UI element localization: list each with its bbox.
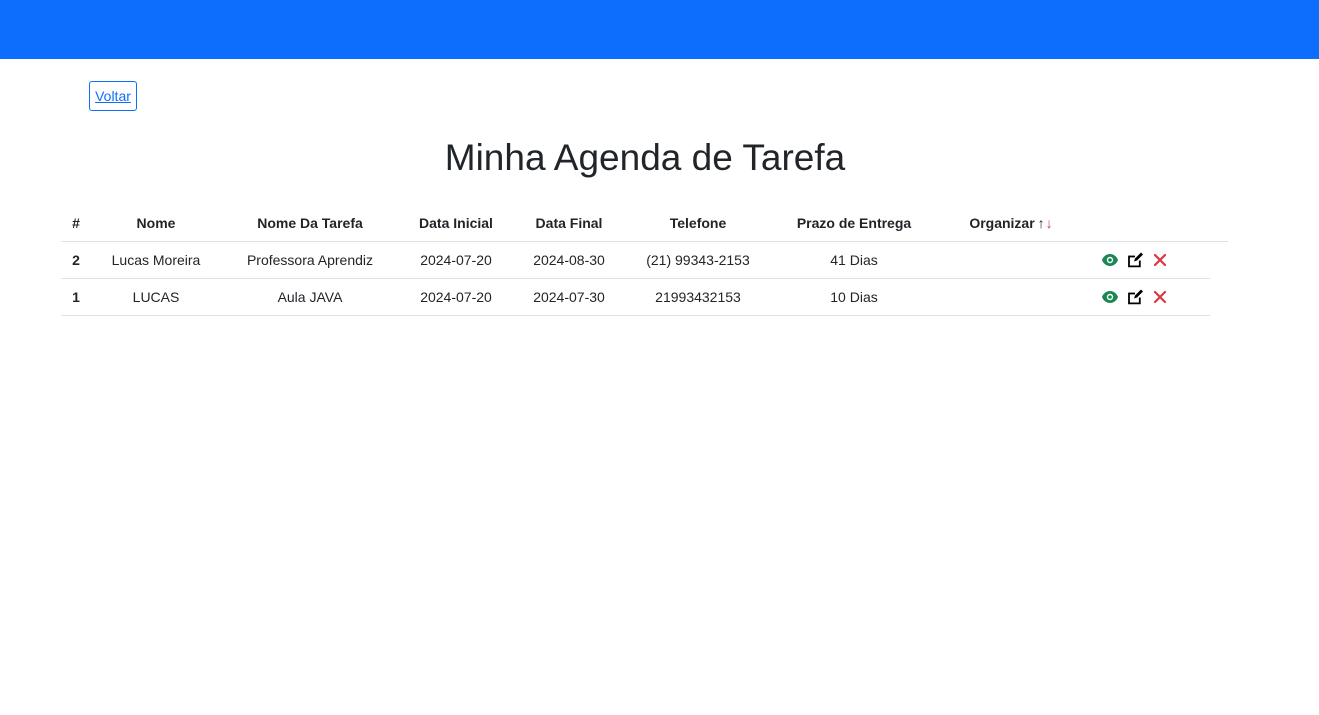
sort-ascending-button[interactable]: ↑ <box>1038 215 1045 231</box>
header-data-final: Data Final <box>535 215 603 231</box>
row-nome: Lucas Moreira <box>111 252 201 268</box>
row-telefone: (21) 99343-2153 <box>646 252 750 268</box>
tasks-table: # Nome Nome Da Tarefa Data Inicial Data … <box>61 205 1231 316</box>
back-button[interactable]: Voltar <box>89 81 137 111</box>
row-tarefa: Aula JAVA <box>277 289 343 305</box>
row-data-inicial: 2024-07-20 <box>420 252 492 268</box>
header-telefone: Telefone <box>669 215 727 231</box>
row-data-inicial: 2024-07-20 <box>420 289 492 305</box>
row-actions <box>1101 242 1181 278</box>
organizar-label: Organizar <box>969 215 1035 231</box>
row-id: 2 <box>72 252 80 268</box>
row-tarefa: Professora Aprendiz <box>246 252 374 268</box>
header-prazo: Prazo de Entrega <box>796 215 912 231</box>
eye-icon[interactable] <box>1101 251 1119 269</box>
close-icon[interactable] <box>1151 288 1169 306</box>
page-title: Minha Agenda de Tarefa <box>444 137 846 178</box>
edit-icon[interactable] <box>1126 251 1144 269</box>
row-id: 1 <box>72 289 80 305</box>
row-actions <box>1101 279 1181 315</box>
sort-descending-button[interactable]: ↓ <box>1046 215 1053 231</box>
table-row: 2 Lucas Moreira Professora Aprendiz 2024… <box>61 242 1210 279</box>
table-row: 1 LUCAS Aula JAVA 2024-07-20 2024-07-30 … <box>61 279 1210 316</box>
top-navbar <box>0 0 1319 59</box>
row-telefone: 21993432153 <box>655 289 741 305</box>
header-organizar: Organizar ↑ ↓ <box>941 205 1081 241</box>
row-data-final: 2024-07-30 <box>533 289 605 305</box>
header-data-inicial: Data Inicial <box>419 215 493 231</box>
eye-icon[interactable] <box>1101 288 1119 306</box>
header-nome: Nome <box>136 215 176 231</box>
row-prazo: 10 Dias <box>830 289 878 305</box>
row-data-final: 2024-08-30 <box>533 252 605 268</box>
header-id: # <box>72 215 80 231</box>
edit-icon[interactable] <box>1126 288 1144 306</box>
row-nome: LUCAS <box>132 289 180 305</box>
row-prazo: 41 Dias <box>830 252 878 268</box>
header-tarefa: Nome Da Tarefa <box>257 215 363 231</box>
table-header-row: # Nome Nome Da Tarefa Data Inicial Data … <box>61 205 1228 242</box>
close-icon[interactable] <box>1151 251 1169 269</box>
